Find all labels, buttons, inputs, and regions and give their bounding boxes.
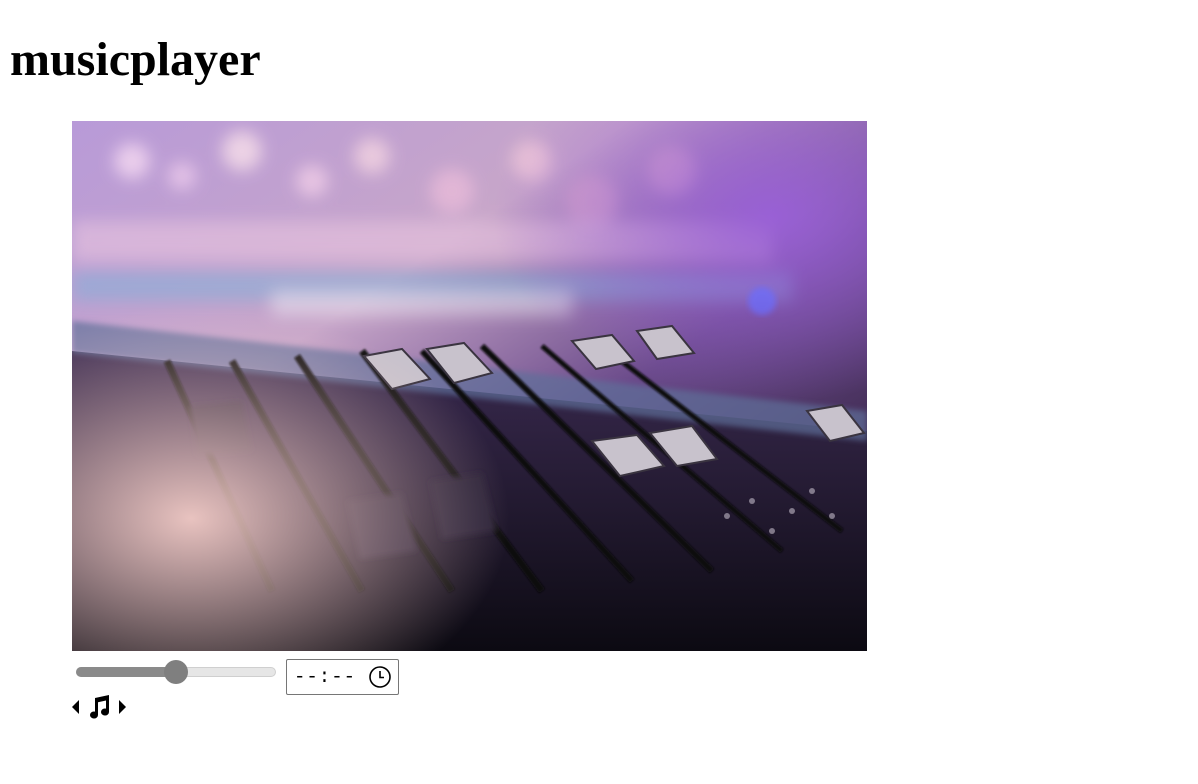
volume-fill [76, 667, 176, 677]
album-artwork [72, 121, 867, 651]
clock-icon[interactable] [368, 665, 392, 689]
time-value: --:-- [294, 666, 357, 688]
caret-right-icon[interactable] [116, 697, 128, 722]
page-title: musicplayer [10, 33, 261, 86]
caret-left-icon[interactable] [70, 697, 82, 722]
page: musicplayer --:-- [0, 0, 1198, 784]
music-note-icon[interactable] [86, 694, 112, 725]
volume-slider[interactable] [74, 660, 278, 684]
playback-controls [70, 694, 128, 724]
time-input[interactable]: --:-- [286, 659, 399, 695]
volume-thumb[interactable] [164, 660, 188, 684]
